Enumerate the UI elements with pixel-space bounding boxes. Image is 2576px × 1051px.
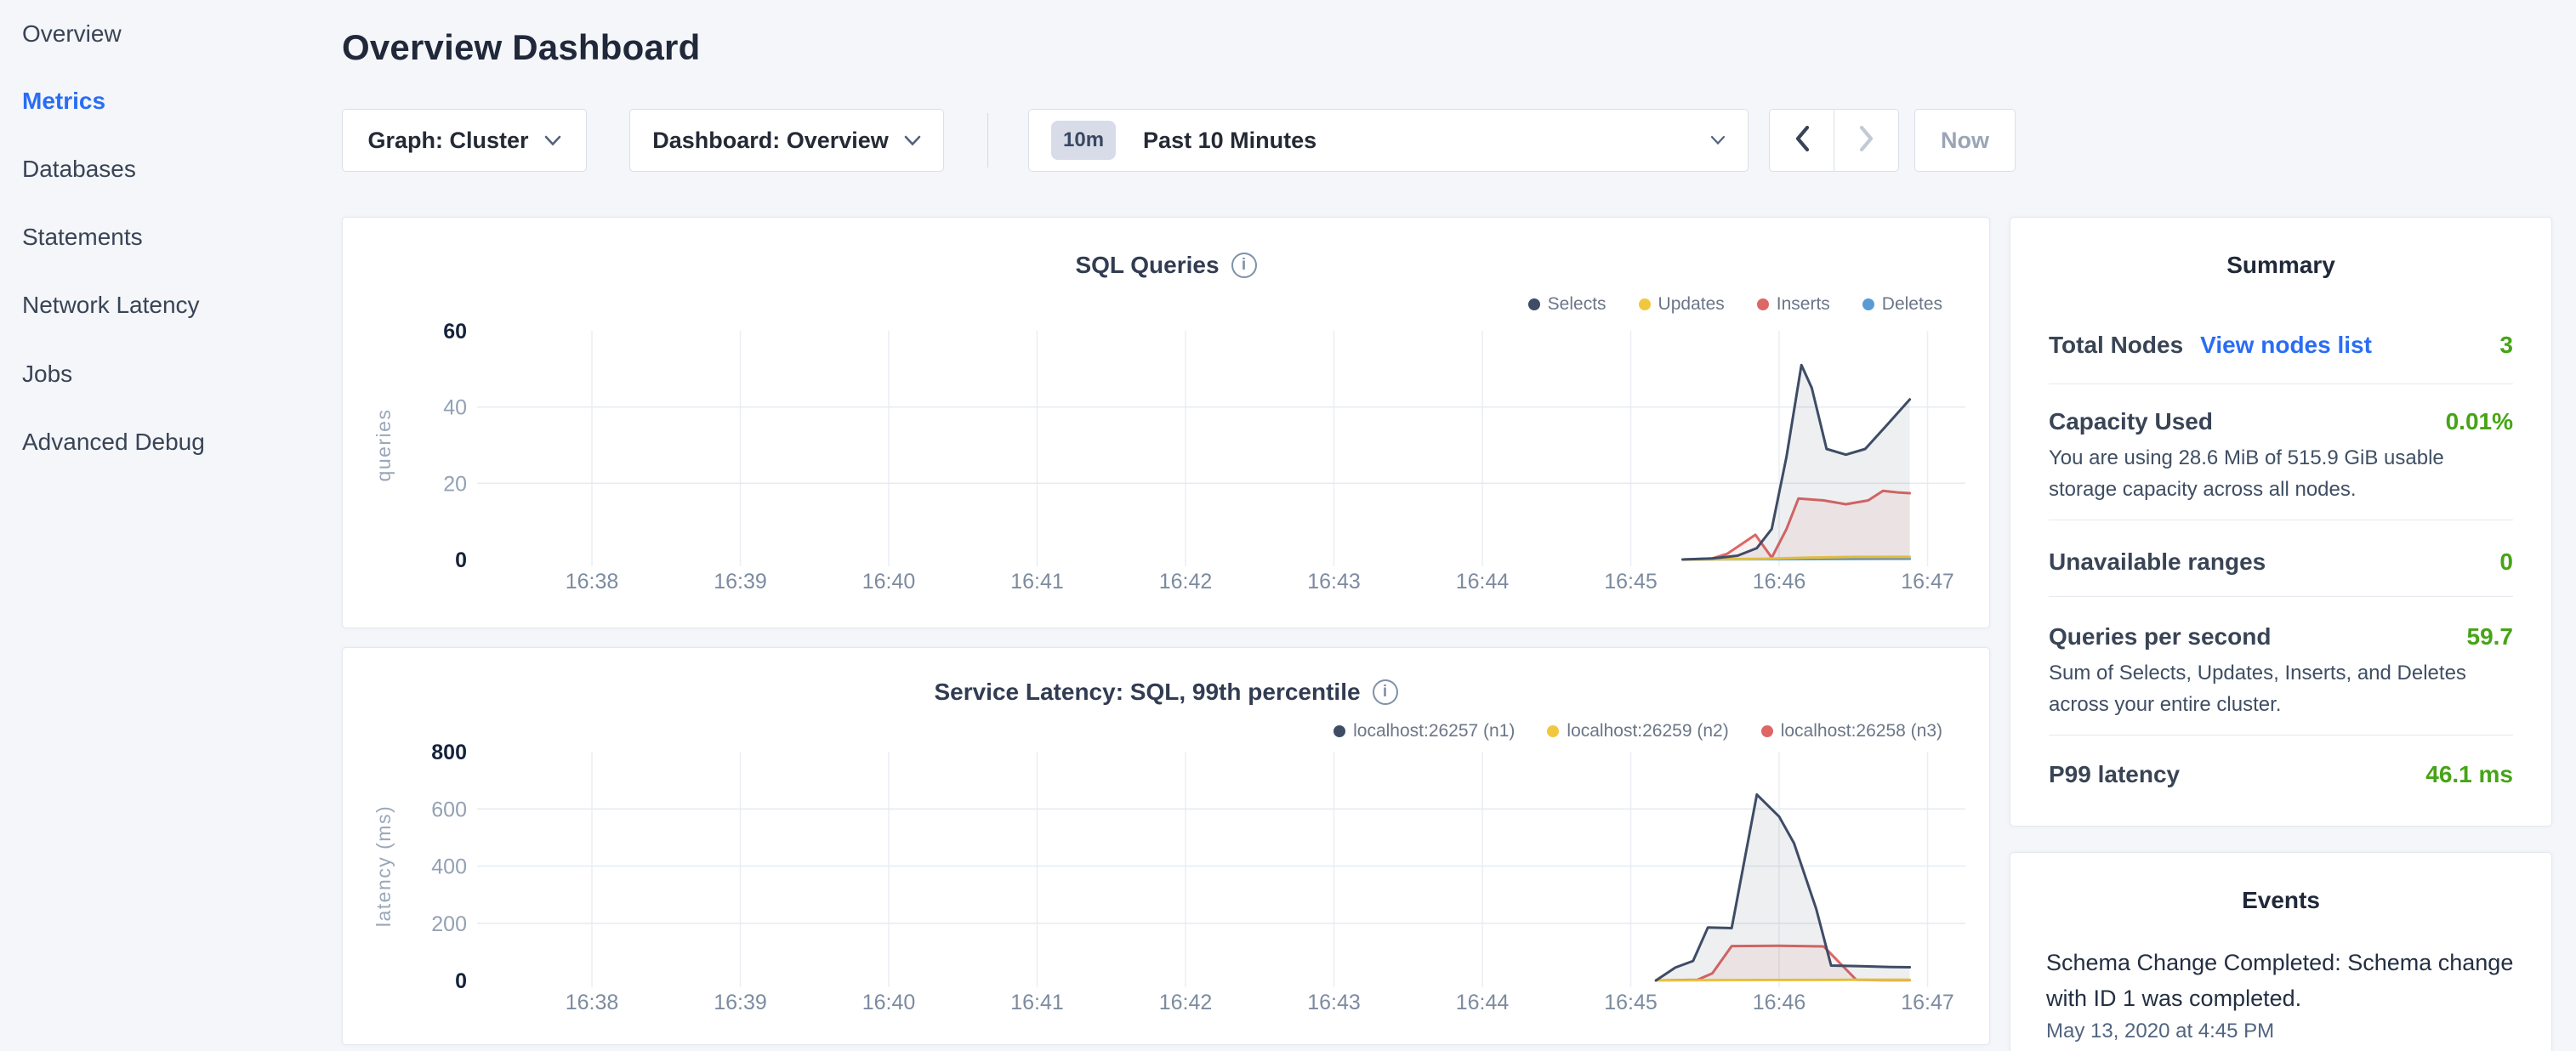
svg-text:16:44: 16:44 — [1456, 991, 1510, 1014]
events-title: Events — [2010, 887, 2551, 914]
svg-text:16:39: 16:39 — [714, 570, 767, 594]
sidebar-item-metrics[interactable]: Metrics — [22, 88, 105, 115]
chevron-right-icon — [1858, 125, 1875, 156]
summary-panel: Summary Total Nodes View nodes list 3 Ca… — [2010, 217, 2552, 827]
graph-scope-dropdown[interactable]: Graph: Cluster — [342, 109, 587, 172]
chevron-down-icon — [1710, 135, 1726, 145]
controls-divider — [987, 113, 988, 168]
event-item: Schema Change Completed: Schema change w… — [2046, 945, 2521, 1016]
sidebar-item-databases[interactable]: Databases — [22, 156, 136, 183]
svg-text:0: 0 — [455, 969, 467, 993]
svg-text:40: 40 — [443, 396, 467, 420]
svg-text:16:43: 16:43 — [1307, 991, 1361, 1014]
next-time-button[interactable] — [1834, 109, 1899, 172]
time-window-label: Past 10 Minutes — [1143, 128, 1316, 154]
sidebar-item-advanced-debug[interactable]: Advanced Debug — [22, 429, 205, 456]
chevron-down-icon — [544, 135, 561, 146]
svg-text:16:45: 16:45 — [1604, 570, 1658, 594]
events-panel: Events Schema Change Completed: Schema c… — [2010, 852, 2552, 1051]
svg-text:600: 600 — [431, 798, 467, 821]
svg-text:16:47: 16:47 — [1901, 991, 1954, 1014]
graph-scope-label: Graph: Cluster — [367, 128, 528, 154]
time-step-buttons — [1769, 109, 1899, 172]
svg-text:16:45: 16:45 — [1604, 991, 1658, 1014]
summary-row-total-nodes: Total Nodes View nodes list 3 — [2049, 332, 2513, 359]
total-nodes-value: 3 — [2499, 332, 2513, 359]
svg-text:16:46: 16:46 — [1753, 570, 1806, 594]
capacity-used-description: You are using 28.6 MiB of 515.9 GiB usab… — [2049, 442, 2517, 505]
svg-text:16:38: 16:38 — [566, 570, 619, 594]
summary-row-unavailable-ranges: Unavailable ranges 0 — [2049, 548, 2513, 576]
sidebar-item-statements[interactable]: Statements — [22, 224, 143, 251]
svg-text:16:43: 16:43 — [1307, 570, 1361, 594]
svg-text:16:41: 16:41 — [1010, 570, 1064, 594]
queries-per-second-description: Sum of Selects, Updates, Inserts, and De… — [2049, 657, 2517, 720]
svg-text:16:41: 16:41 — [1010, 991, 1064, 1014]
summary-row-capacity-used: Capacity Used 0.01% — [2049, 408, 2513, 435]
dashboard-label: Dashboard: Overview — [652, 128, 889, 154]
svg-text:latency (ms): latency (ms) — [372, 805, 395, 927]
service-latency-card: Service Latency: SQL, 99th percentile i … — [342, 647, 1990, 1045]
svg-text:400: 400 — [431, 855, 467, 879]
svg-text:16:42: 16:42 — [1159, 570, 1213, 594]
chevron-down-icon — [904, 135, 921, 146]
svg-text:16:38: 16:38 — [566, 991, 619, 1014]
divider — [2049, 596, 2513, 597]
page-title: Overview Dashboard — [342, 27, 700, 68]
capacity-used-value: 0.01% — [2446, 408, 2513, 435]
sidebar: Overview Metrics Databases Statements Ne… — [0, 0, 342, 1051]
summary-title: Summary — [2010, 252, 2551, 279]
queries-per-second-value: 59.7 — [2467, 623, 2514, 650]
dashboard-dropdown[interactable]: Dashboard: Overview — [629, 109, 944, 172]
sql-queries-chart[interactable]: 16:38 16:39 16:40 16:41 16:42 16:43 16:44 16:45… — [343, 218, 1991, 629]
svg-text:20: 20 — [443, 472, 467, 496]
svg-text:16:44: 16:44 — [1456, 570, 1510, 594]
svg-text:0: 0 — [455, 548, 467, 572]
divider — [2049, 735, 2513, 736]
view-nodes-list-link[interactable]: View nodes list — [2200, 332, 2372, 359]
unavailable-ranges-value: 0 — [2499, 548, 2513, 576]
sql-queries-card: SQL Queries i Selects Updates Inserts De… — [342, 217, 1990, 628]
chevron-left-icon — [1794, 125, 1811, 156]
svg-text:800: 800 — [431, 741, 467, 764]
svg-text:16:39: 16:39 — [714, 991, 767, 1014]
svg-text:16:40: 16:40 — [862, 991, 916, 1014]
svg-text:60: 60 — [443, 320, 467, 344]
svg-text:16:42: 16:42 — [1159, 991, 1213, 1014]
now-button[interactable]: Now — [1914, 109, 2016, 172]
summary-row-queries-per-second: Queries per second 59.7 — [2049, 623, 2513, 650]
svg-text:16:46: 16:46 — [1753, 991, 1806, 1014]
service-latency-chart[interactable]: 16:38 16:39 16:40 16:41 16:42 16:43 16:44 16:45… — [343, 648, 1991, 1046]
summary-row-p99-latency: P99 latency 46.1 ms — [2049, 761, 2513, 788]
divider — [2049, 383, 2513, 384]
svg-text:16:40: 16:40 — [862, 570, 916, 594]
time-range-selector[interactable]: 10m Past 10 Minutes — [1028, 109, 1749, 172]
p99-latency-value: 46.1 ms — [2425, 761, 2513, 788]
sidebar-item-network-latency[interactable]: Network Latency — [22, 292, 200, 319]
event-timestamp: May 13, 2020 at 4:45 PM — [2046, 1020, 2274, 1043]
previous-time-button[interactable] — [1769, 109, 1834, 172]
time-window-badge: 10m — [1051, 121, 1116, 160]
svg-text:16:47: 16:47 — [1901, 570, 1954, 594]
sidebar-item-overview[interactable]: Overview — [22, 20, 122, 48]
sidebar-item-jobs[interactable]: Jobs — [22, 361, 72, 388]
svg-text:200: 200 — [431, 912, 467, 936]
svg-text:queries: queries — [372, 409, 395, 482]
